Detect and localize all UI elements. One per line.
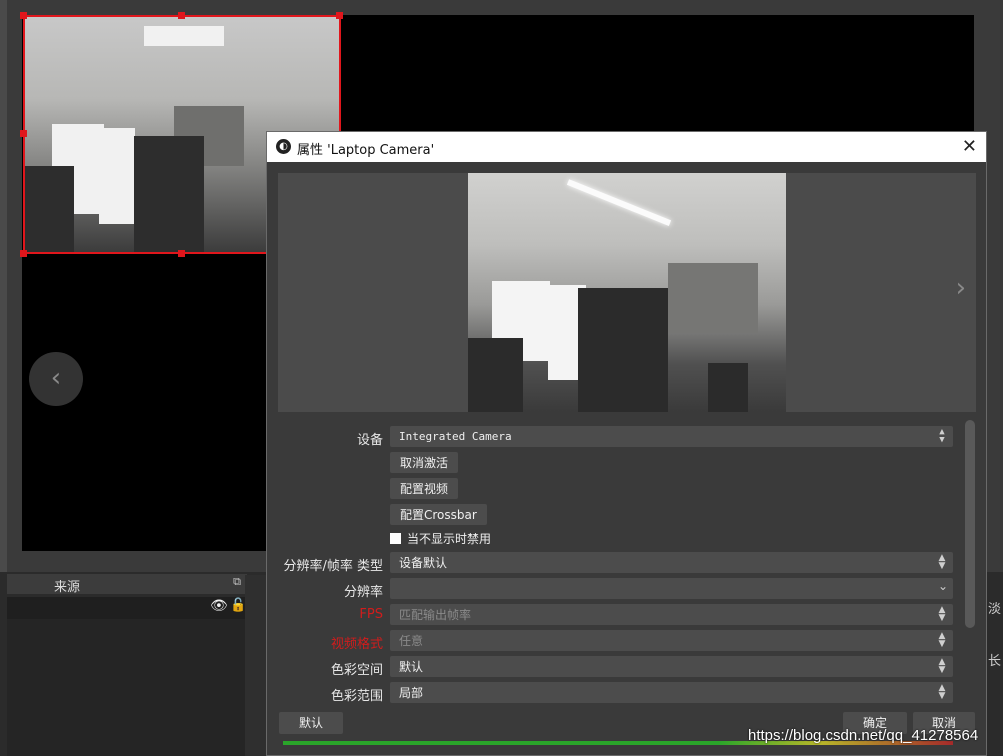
close-icon[interactable]: ✕ xyxy=(962,136,977,157)
source-list-item[interactable]: 👁 🔓 xyxy=(7,597,247,619)
updown-icon: ▲ ▼ xyxy=(938,631,946,649)
res-fps-type-value: 设备默认 xyxy=(399,556,448,570)
video-format-label: 视频格式 xyxy=(330,637,383,652)
color-space-value: 默认 xyxy=(399,660,424,674)
eye-icon[interactable]: 👁 xyxy=(210,598,228,614)
color-space-select[interactable]: 默认 ▲ ▼ xyxy=(390,656,953,677)
disable-when-hidden-checkbox[interactable] xyxy=(390,533,401,544)
color-range-select[interactable]: 局部 ▲ ▼ xyxy=(390,682,953,703)
obs-main-window: ‹ 来源 ⧉ 👁 🔓 淡 长 ◐ 属性 'Laptop Camera' ✕ › … xyxy=(0,0,1003,756)
row-color-space: 色彩空间 默认 ▲ ▼ xyxy=(267,656,986,678)
updown-icon: ▲ ▼ xyxy=(938,605,946,623)
camera-preview-image xyxy=(468,173,786,412)
float-icon[interactable]: ⧉ xyxy=(233,575,241,589)
row-res-fps-type: 分辨率/帧率 类型 设备默认 ▲ ▼ xyxy=(267,552,986,574)
fps-value: 匹配输出帧率 xyxy=(399,608,472,622)
watermark: https://blog.csdn.net/qq_41278564 xyxy=(748,727,979,744)
video-format-value: 任意 xyxy=(399,634,424,648)
updown-icon: ▲ ▼ xyxy=(939,427,945,445)
row-resolution: 分辨率 ⌄ xyxy=(267,578,986,600)
updown-icon: ▲ ▼ xyxy=(938,683,946,701)
sources-panel-header: 来源 ⧉ xyxy=(7,574,247,595)
dock-splitter[interactable] xyxy=(245,575,267,756)
obs-logo-icon: ◐ xyxy=(276,139,291,154)
right-panel-text-1: 淡 xyxy=(988,602,1002,617)
deactivate-button[interactable]: 取消激活 xyxy=(390,452,459,473)
lock-icon[interactable]: 🔓 xyxy=(230,598,246,613)
right-panel-text-2: 长 xyxy=(988,654,1002,669)
resize-handle-tr[interactable] xyxy=(336,12,343,19)
device-value: Integrated Camera xyxy=(399,430,512,443)
color-range-label: 色彩范围 xyxy=(330,689,383,704)
updown-icon: ▲ ▼ xyxy=(938,657,946,675)
defaults-button[interactable]: 默认 xyxy=(279,712,343,734)
resize-handle-b[interactable] xyxy=(178,250,185,257)
properties-dialog: ◐ 属性 'Laptop Camera' ✕ › 设备 Integrated C… xyxy=(266,131,987,756)
disable-when-hidden-label: 当不显示时禁用 xyxy=(407,532,492,546)
row-fps: FPS 匹配输出帧率 ▲ ▼ xyxy=(267,604,986,626)
resize-handle-l[interactable] xyxy=(20,130,27,137)
color-space-label: 色彩空间 xyxy=(330,663,383,678)
row-video-format: 视频格式 任意 ▲ ▼ xyxy=(267,630,986,652)
resize-handle-t[interactable] xyxy=(178,12,185,19)
row-device: 设备 Integrated Camera ▲ ▼ xyxy=(267,426,986,448)
sources-list[interactable] xyxy=(7,619,247,756)
device-select[interactable]: Integrated Camera ▲ ▼ xyxy=(390,426,953,447)
color-range-value: 局部 xyxy=(399,686,424,700)
resize-handle-tl[interactable] xyxy=(20,12,27,19)
res-fps-type-select[interactable]: 设备默认 ▲ ▼ xyxy=(390,552,953,573)
dialog-title: 属性 'Laptop Camera' xyxy=(297,143,435,158)
properties-preview: › xyxy=(278,173,976,412)
resolution-combobox[interactable]: ⌄ xyxy=(390,578,953,599)
chevron-down-icon[interactable]: ⌄ xyxy=(938,579,948,593)
dialog-titlebar[interactable]: ◐ 属性 'Laptop Camera' ✕ xyxy=(267,132,986,162)
row-color-range: 色彩范围 局部 ▲ ▼ xyxy=(267,682,986,704)
chevron-right-icon[interactable]: › xyxy=(956,273,966,303)
resize-handle-bl[interactable] xyxy=(20,250,27,257)
updown-icon: ▲ ▼ xyxy=(938,553,946,571)
device-label: 设备 xyxy=(356,433,383,448)
video-format-select[interactable]: 任意 ▲ ▼ xyxy=(390,630,953,651)
fps-select[interactable]: 匹配输出帧率 ▲ ▼ xyxy=(390,604,953,625)
resolution-label: 分辨率 xyxy=(343,585,383,600)
fps-label: FPS xyxy=(359,607,383,622)
configure-crossbar-button[interactable]: 配置Crossbar xyxy=(390,504,487,525)
configure-video-button[interactable]: 配置视频 xyxy=(390,478,459,499)
res-fps-type-label: 分辨率/帧率 类型 xyxy=(283,559,383,574)
sources-title: 来源 xyxy=(54,580,81,595)
chevron-left-icon[interactable]: ‹ xyxy=(29,352,83,406)
